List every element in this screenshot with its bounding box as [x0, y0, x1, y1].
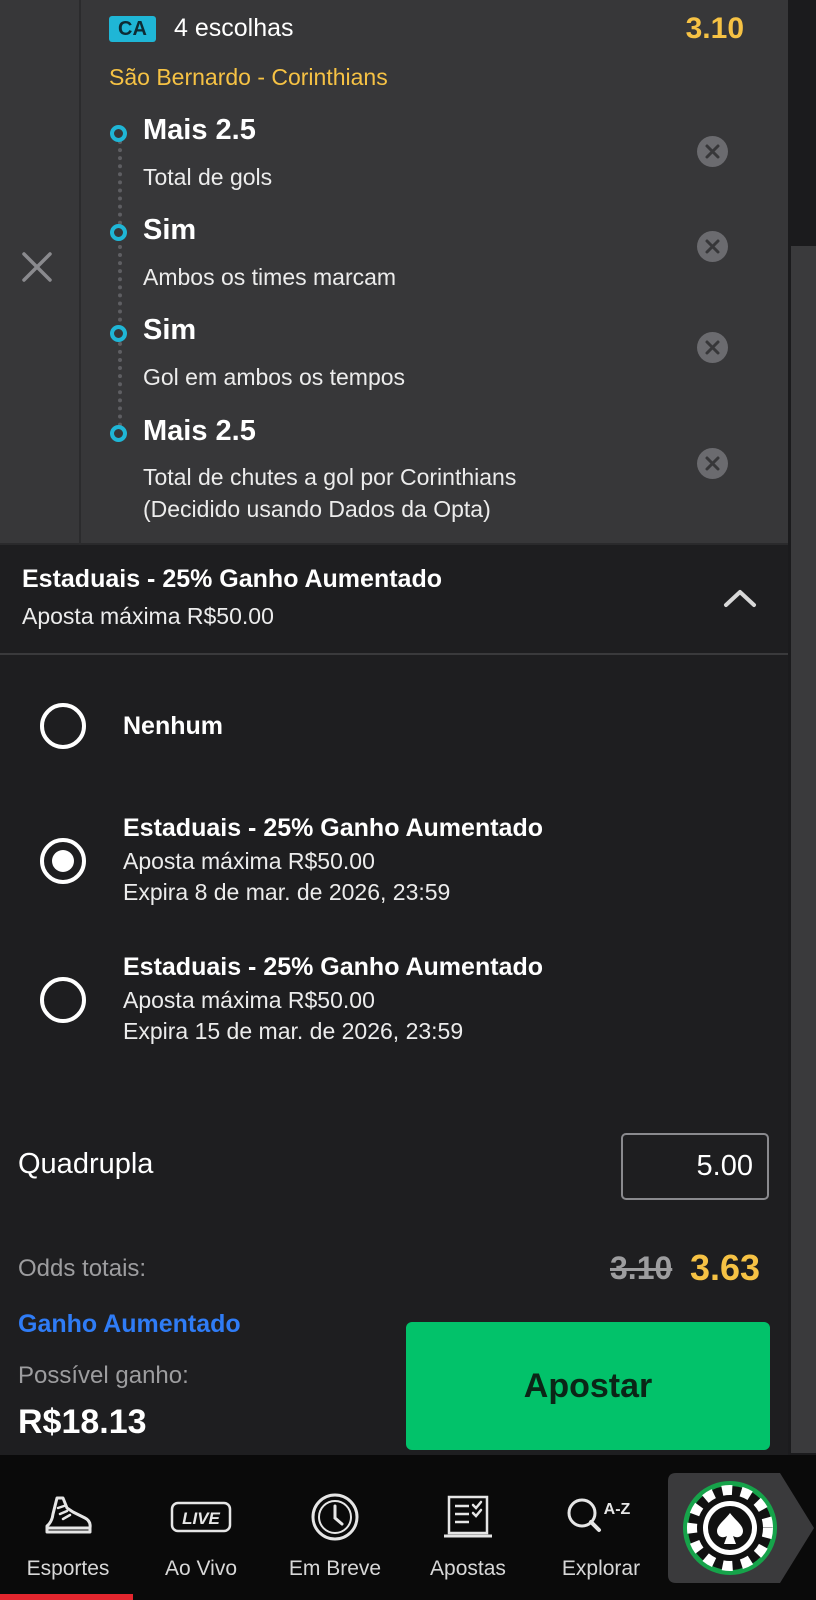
payout-value: R$18.13: [18, 1403, 147, 1441]
search-az-icon: A-Z: [536, 1491, 666, 1543]
remove-selection-icon[interactable]: [697, 448, 728, 479]
nav-label: Esportes: [26, 1557, 110, 1580]
nav-label: Explorar: [561, 1557, 641, 1580]
scrollbar-thumb[interactable]: [791, 246, 816, 1453]
promo-option-limit: Aposta máxima R$50.00: [123, 848, 375, 874]
clock-icon: [270, 1491, 400, 1543]
promo-option-expiry: Expira 8 de mar. de 2026, 23:59: [123, 879, 451, 905]
az-text: A-Z: [604, 1501, 631, 1518]
selection-title: Sim: [143, 314, 197, 346]
promo-option-radio-2[interactable]: [40, 977, 86, 1023]
competition-badge: CA: [109, 16, 156, 42]
match-name: São Bernardo - Corinthians: [109, 64, 388, 90]
promo-option-title: Estaduais - 25% Ganho Aumentado: [123, 953, 543, 981]
remove-selection-icon[interactable]: [697, 136, 728, 167]
live-badge-text: LIVE: [182, 1509, 220, 1528]
active-tab-indicator: [0, 1594, 133, 1600]
bottom-nav: Esportes LIVE Ao Vivo Em Breve Apostas A…: [0, 1455, 816, 1600]
nav-label: Em Breve: [288, 1557, 382, 1580]
boosted-odds: 3.63: [690, 1247, 761, 1288]
nav-item-ao-vivo[interactable]: LIVE Ao Vivo: [136, 1455, 266, 1600]
selection-market: Total de gols: [143, 164, 273, 190]
selection-dot: [110, 425, 127, 442]
selection-dot: [110, 125, 127, 142]
bet-type-label: Quadrupla: [18, 1148, 154, 1180]
promo-option-title: Nenhum: [123, 712, 223, 740]
promo-header[interactable]: Estaduais - 25% Ganho Aumentado Aposta m…: [0, 547, 788, 655]
nav-item-em-breve[interactable]: Em Breve: [270, 1455, 400, 1600]
sneaker-icon: [3, 1491, 133, 1543]
selection-dot: [110, 224, 127, 241]
nav-item-esportes[interactable]: Esportes: [3, 1455, 133, 1600]
selection-title: Mais 2.5: [143, 114, 256, 146]
nav-item-apostas[interactable]: Apostas: [403, 1455, 533, 1600]
promo-title: Estaduais - 25% Ganho Aumentado: [22, 565, 442, 593]
selection-market-note: (Decidido usando Dados da Opta): [143, 496, 491, 522]
slip-odds: 3.10: [685, 12, 744, 45]
nav-item-explorar[interactable]: A-Z Explorar: [536, 1455, 666, 1600]
original-odds: 3.10: [610, 1250, 673, 1286]
promo-option-title: Estaduais - 25% Ganho Aumentado: [123, 814, 543, 842]
poker-chip-icon: [668, 1473, 814, 1583]
chevron-up-icon[interactable]: [722, 583, 758, 613]
close-icon[interactable]: [18, 248, 56, 286]
promo-option-limit: Aposta máxima R$50.00: [123, 987, 375, 1013]
casino-button[interactable]: [668, 1473, 816, 1583]
selection-title: Mais 2.5: [143, 415, 256, 447]
bet-slip-card: CA 4 escolhas 3.10 São Bernardo - Corint…: [0, 0, 788, 545]
selection-dot: [110, 325, 127, 342]
total-odds-label: Odds totais:: [18, 1255, 147, 1282]
selection-market: Ambos os times marcam: [143, 264, 397, 290]
selection-market: Gol em ambos os tempos: [143, 364, 406, 390]
betslip-icon: [403, 1491, 533, 1543]
payout-label: Possível ganho:: [18, 1362, 189, 1389]
selection-title: Sim: [143, 214, 197, 246]
promo-subtitle: Aposta máxima R$50.00: [22, 603, 274, 629]
place-bet-button[interactable]: Apostar: [406, 1322, 770, 1450]
slip-divider: [79, 0, 81, 545]
promo-option-radio-1[interactable]: [40, 838, 86, 884]
remove-selection-icon[interactable]: [697, 231, 728, 262]
nav-label: Apostas: [430, 1557, 506, 1580]
selection-market: Total de chutes a gol por Corinthians: [143, 464, 517, 490]
nav-label: Ao Vivo: [165, 1557, 237, 1580]
stake-input[interactable]: [621, 1133, 769, 1200]
picks-count: 4 escolhas: [174, 14, 294, 42]
live-icon: LIVE: [136, 1491, 266, 1543]
boost-link[interactable]: Ganho Aumentado: [18, 1310, 241, 1339]
promo-option-radio-none[interactable]: [40, 703, 86, 749]
promo-option-expiry: Expira 15 de mar. de 2026, 23:59: [123, 1018, 464, 1044]
selection-timeline: [118, 140, 122, 435]
remove-selection-icon[interactable]: [697, 332, 728, 363]
